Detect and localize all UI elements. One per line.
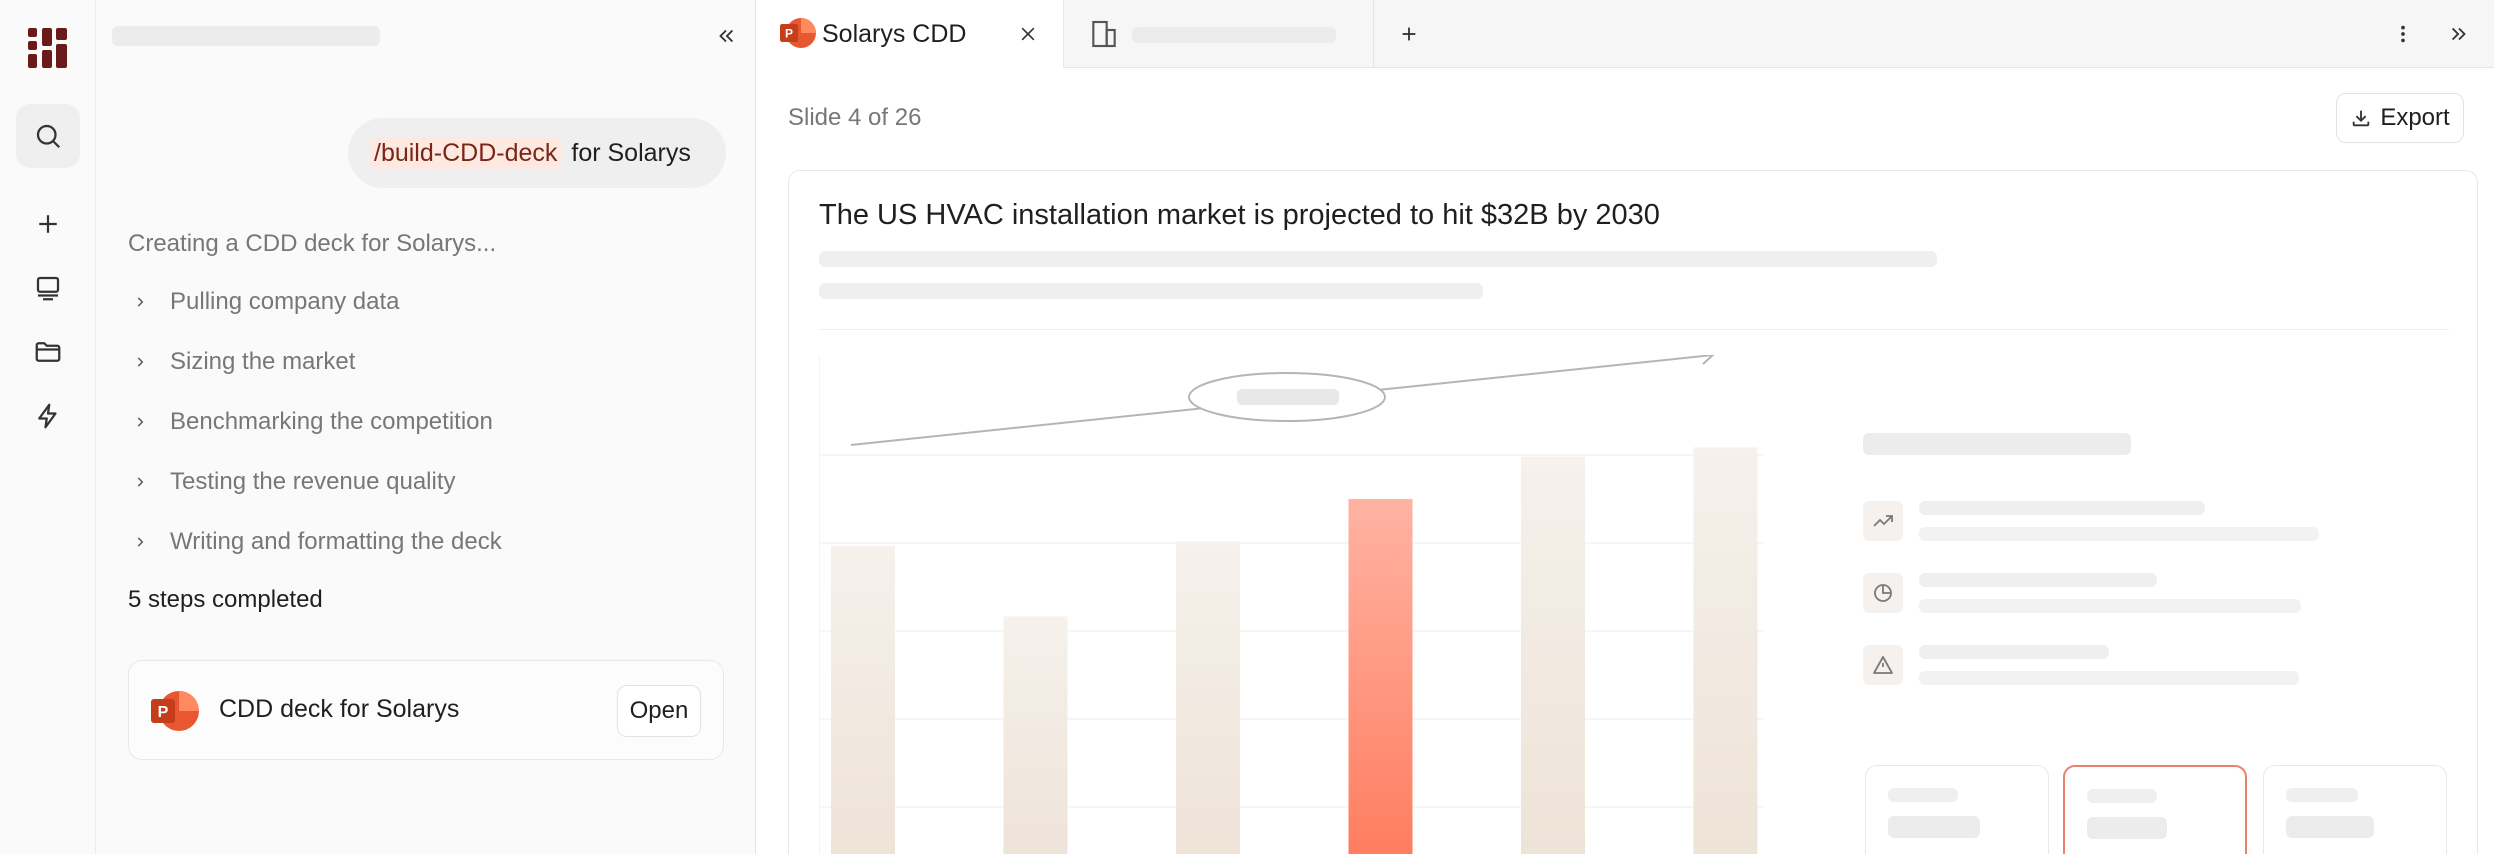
- metric-value-placeholder: [2087, 817, 2167, 839]
- chevron-right-icon: [128, 290, 152, 314]
- assistant-status: Creating a CDD deck for Solarys...: [128, 230, 497, 257]
- command-chip: /build-CDD-deck: [370, 136, 562, 170]
- tab-bar: P Solarys CDD: [756, 0, 2494, 68]
- chart-bar: [831, 546, 895, 854]
- close-tab-button[interactable]: [1014, 20, 1042, 48]
- kpi-title-placeholder: [1919, 501, 2205, 515]
- step-item[interactable]: Pulling company data: [128, 282, 399, 322]
- slide-preview[interactable]: The US HVAC installation market is proje…: [788, 170, 2478, 854]
- kpi-title-placeholder: [1919, 645, 2109, 659]
- steps-summary: 5 steps completed: [128, 586, 323, 613]
- pie-chart-icon: [1863, 573, 1903, 613]
- brand-logo-icon[interactable]: [28, 26, 68, 70]
- metric-card: [1865, 765, 2049, 854]
- metric-value-placeholder: [1888, 816, 1980, 838]
- chat-panel: /build-CDD-deck for Solarys Creating a C…: [96, 0, 756, 854]
- step-label: Testing the revenue quality: [170, 468, 456, 495]
- warning-icon: [1863, 645, 1903, 685]
- close-icon: [1021, 27, 1035, 41]
- decks-button[interactable]: [16, 256, 80, 320]
- chart-bar: [1521, 456, 1585, 854]
- step-label: Pulling company data: [170, 288, 400, 315]
- automations-button[interactable]: [16, 384, 80, 448]
- metric-label-placeholder: [2286, 788, 2358, 802]
- svg-text:P: P: [785, 27, 793, 41]
- step-item[interactable]: Benchmarking the competition: [128, 402, 493, 442]
- chart-bar: [1176, 541, 1240, 854]
- double-chevron-left-icon: [719, 29, 734, 43]
- search-icon: [36, 124, 61, 149]
- step-label: Benchmarking the competition: [170, 408, 493, 435]
- metric-label-placeholder: [1888, 788, 1958, 802]
- building-icon: [1092, 20, 1116, 48]
- chart-bar: [1003, 616, 1068, 854]
- subtitle-placeholder: [819, 251, 1937, 267]
- chevron-right-icon: [128, 410, 152, 434]
- double-chevron-right-icon: [2451, 27, 2466, 41]
- files-button[interactable]: [16, 320, 80, 384]
- more-options-button[interactable]: [2386, 17, 2420, 51]
- metric-card-highlighted: [2063, 765, 2247, 854]
- search-button[interactable]: [16, 104, 80, 168]
- step-item[interactable]: Testing the revenue quality: [128, 462, 456, 502]
- tab-label-placeholder: [1132, 27, 1336, 43]
- kpi-text-placeholder: [1919, 599, 2301, 613]
- file-card[interactable]: P CDD deck for Solarys Open: [128, 660, 724, 760]
- folder-icon: [35, 342, 61, 362]
- svg-text:P: P: [158, 704, 169, 721]
- collapse-sidebar-button[interactable]: [708, 18, 744, 54]
- metric-value-placeholder: [2286, 816, 2374, 838]
- chart-bar: [1693, 447, 1758, 854]
- lightning-icon: [38, 403, 57, 429]
- bar-chart: [819, 355, 1763, 854]
- download-icon: [2353, 110, 2370, 127]
- slide-title: The US HVAC installation market is proje…: [819, 199, 1660, 231]
- chevron-right-icon: [128, 530, 152, 554]
- chat-title-placeholder: [112, 26, 380, 46]
- side-heading-placeholder: [1863, 433, 2131, 455]
- user-message-text: for Solarys: [571, 138, 691, 167]
- expand-panel-button[interactable]: [2442, 17, 2476, 51]
- chevron-right-icon: [128, 350, 152, 374]
- open-file-button[interactable]: Open: [617, 685, 701, 737]
- kpi-text-placeholder: [1919, 527, 2319, 541]
- step-item[interactable]: Sizing the market: [128, 342, 355, 382]
- subtitle-placeholder: [819, 283, 1483, 299]
- user-message: /build-CDD-deck for Solarys: [348, 118, 726, 188]
- kpi-text-placeholder: [1919, 671, 2299, 685]
- tab-company[interactable]: [1064, 0, 1374, 68]
- document-viewer: P Solarys CDD Slide 4 of 26 Export The U…: [756, 0, 2494, 854]
- powerpoint-icon: P: [780, 18, 816, 48]
- plus-icon: [1402, 27, 1416, 41]
- icon-rail: [0, 0, 96, 854]
- chart-bar-highlighted: [1348, 499, 1413, 854]
- step-item[interactable]: Writing and formatting the deck: [128, 522, 502, 562]
- presentation-icon: [36, 276, 60, 301]
- new-chat-button[interactable]: [16, 192, 80, 256]
- kpi-title-placeholder: [1919, 573, 2157, 587]
- slide-counter: Slide 4 of 26: [788, 104, 922, 131]
- plus-icon: [39, 215, 57, 233]
- cagr-callout-placeholder: [1237, 389, 1339, 405]
- file-name: CDD deck for Solarys: [219, 695, 460, 723]
- tab-label: Solarys CDD: [822, 19, 967, 48]
- export-label: Export: [2380, 104, 2450, 131]
- title-divider: [819, 329, 2449, 330]
- metric-card: [2263, 765, 2447, 854]
- step-label: Sizing the market: [170, 348, 356, 375]
- step-label: Writing and formatting the deck: [170, 528, 502, 555]
- tab-solarys-cdd[interactable]: P Solarys CDD: [756, 0, 1064, 68]
- vertical-dots-icon: [2401, 25, 2405, 43]
- trend-up-icon: [1863, 501, 1903, 541]
- new-tab-button[interactable]: [1392, 17, 1426, 51]
- chevron-right-icon: [128, 470, 152, 494]
- powerpoint-icon: P: [151, 691, 199, 731]
- export-button[interactable]: Export: [2336, 93, 2464, 143]
- metric-label-placeholder: [2087, 789, 2157, 803]
